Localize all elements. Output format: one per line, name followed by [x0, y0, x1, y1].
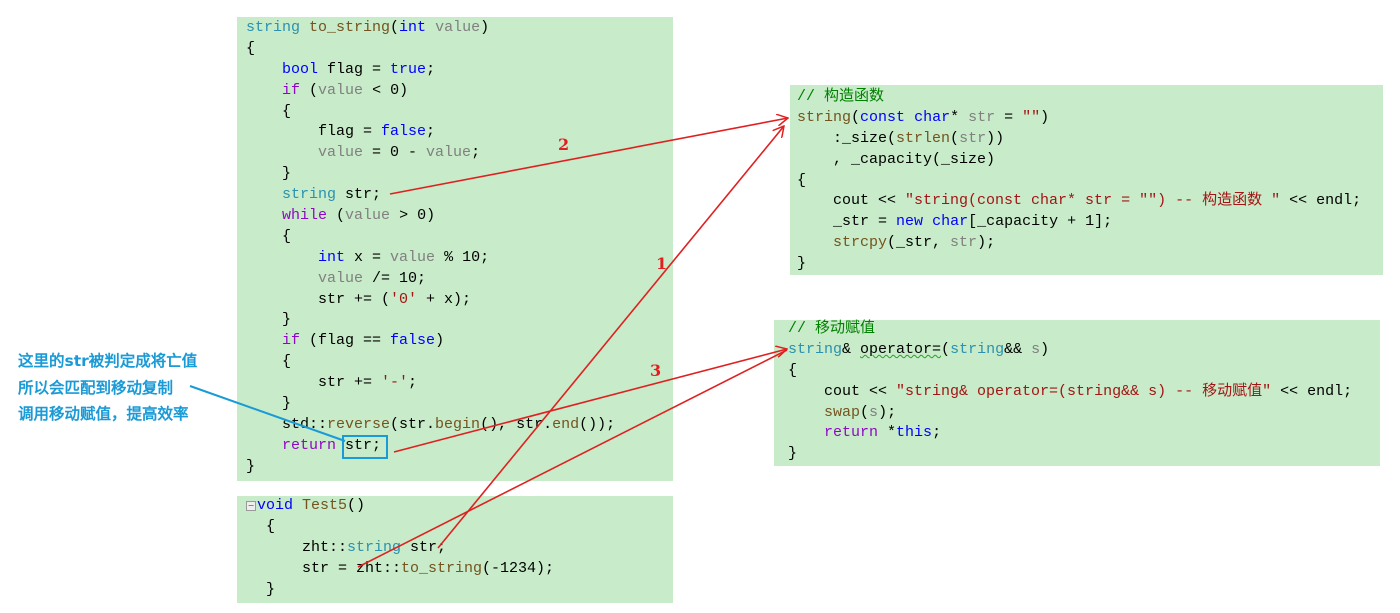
arrow-3b [357, 349, 788, 568]
arrow-2 [389, 118, 788, 195]
arrow-1 [437, 126, 784, 549]
arrow-3a [393, 349, 787, 453]
arrow-label-3: 3 [650, 361, 662, 380]
note-pointer-line [189, 385, 346, 442]
return-str-highlight [342, 435, 388, 459]
arrow-label-1: 1 [656, 254, 668, 273]
arrow-label-2: 2 [558, 135, 570, 154]
arrows-overlay [189, 0, 1400, 568]
